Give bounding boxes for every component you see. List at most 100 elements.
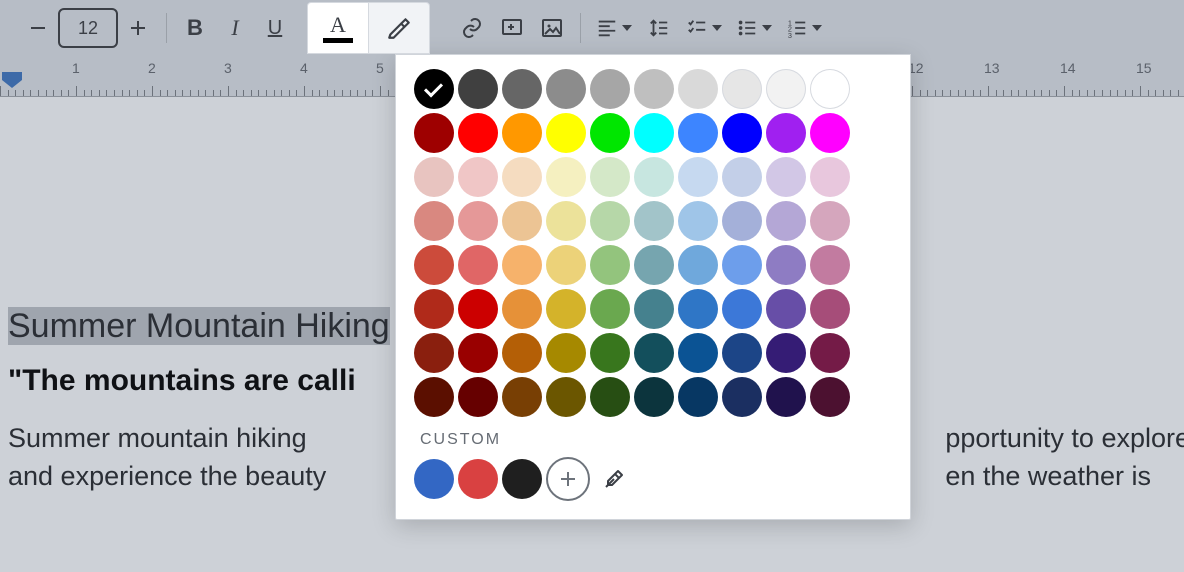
color-swatch[interactable] xyxy=(458,289,498,329)
color-swatch[interactable] xyxy=(634,377,674,417)
indent-left-marker[interactable] xyxy=(0,70,24,90)
color-swatch[interactable] xyxy=(458,245,498,285)
color-swatch[interactable] xyxy=(722,333,762,373)
color-swatch[interactable] xyxy=(678,69,718,109)
color-swatch[interactable] xyxy=(634,201,674,241)
numbered-list-button[interactable]: 123 xyxy=(779,8,829,48)
color-swatch[interactable] xyxy=(722,289,762,329)
color-swatch[interactable] xyxy=(678,113,718,153)
underline-button[interactable]: U xyxy=(255,8,295,48)
bullet-list-button[interactable] xyxy=(729,8,779,48)
color-swatch[interactable] xyxy=(502,201,542,241)
color-swatch[interactable] xyxy=(810,289,850,329)
color-swatch[interactable] xyxy=(590,69,630,109)
font-size-input[interactable]: 12 xyxy=(58,8,118,48)
color-swatch[interactable] xyxy=(502,289,542,329)
color-swatch[interactable] xyxy=(414,201,454,241)
color-swatch[interactable] xyxy=(634,157,674,197)
color-swatch[interactable] xyxy=(766,377,806,417)
color-swatch[interactable] xyxy=(502,377,542,417)
color-swatch[interactable] xyxy=(458,157,498,197)
color-swatch[interactable] xyxy=(766,245,806,285)
color-swatch[interactable] xyxy=(766,113,806,153)
color-swatch[interactable] xyxy=(546,201,586,241)
color-swatch[interactable] xyxy=(634,289,674,329)
increase-font-button[interactable] xyxy=(118,8,158,48)
color-swatch[interactable] xyxy=(590,245,630,285)
color-swatch[interactable] xyxy=(810,201,850,241)
color-swatch[interactable] xyxy=(502,333,542,373)
color-swatch[interactable] xyxy=(546,245,586,285)
color-swatch[interactable] xyxy=(678,289,718,329)
color-swatch[interactable] xyxy=(766,157,806,197)
color-swatch[interactable] xyxy=(810,333,850,373)
color-swatch[interactable] xyxy=(546,289,586,329)
color-swatch[interactable] xyxy=(678,157,718,197)
color-swatch[interactable] xyxy=(590,157,630,197)
color-swatch[interactable] xyxy=(546,113,586,153)
color-swatch[interactable] xyxy=(414,113,454,153)
color-swatch[interactable] xyxy=(502,113,542,153)
custom-color-swatch[interactable] xyxy=(502,459,542,499)
insert-comment-button[interactable] xyxy=(492,8,532,48)
color-swatch[interactable] xyxy=(458,333,498,373)
eyedropper-button[interactable] xyxy=(594,459,634,499)
color-swatch[interactable] xyxy=(810,157,850,197)
custom-color-swatch[interactable] xyxy=(414,459,454,499)
color-swatch[interactable] xyxy=(810,69,850,109)
color-swatch[interactable] xyxy=(722,113,762,153)
color-swatch[interactable] xyxy=(502,69,542,109)
color-swatch[interactable] xyxy=(678,333,718,373)
color-swatch[interactable] xyxy=(678,377,718,417)
color-swatch[interactable] xyxy=(722,245,762,285)
color-swatch[interactable] xyxy=(458,69,498,109)
color-swatch[interactable] xyxy=(414,333,454,373)
color-swatch[interactable] xyxy=(502,245,542,285)
color-swatch[interactable] xyxy=(766,69,806,109)
color-swatch[interactable] xyxy=(546,333,586,373)
color-swatch[interactable] xyxy=(810,245,850,285)
insert-link-button[interactable] xyxy=(452,8,492,48)
bold-button[interactable]: B xyxy=(175,8,215,48)
color-swatch[interactable] xyxy=(722,377,762,417)
italic-button[interactable]: I xyxy=(215,8,255,48)
color-swatch[interactable] xyxy=(414,245,454,285)
color-swatch[interactable] xyxy=(502,157,542,197)
color-swatch[interactable] xyxy=(634,113,674,153)
color-swatch[interactable] xyxy=(766,333,806,373)
color-swatch[interactable] xyxy=(722,157,762,197)
color-swatch[interactable] xyxy=(546,157,586,197)
decrease-font-button[interactable] xyxy=(18,8,58,48)
color-swatch[interactable] xyxy=(590,113,630,153)
line-spacing-button[interactable] xyxy=(639,8,679,48)
custom-color-swatch[interactable] xyxy=(458,459,498,499)
align-button[interactable] xyxy=(589,8,639,48)
color-swatch[interactable] xyxy=(414,157,454,197)
checklist-button[interactable] xyxy=(679,8,729,48)
color-swatch[interactable] xyxy=(590,377,630,417)
color-swatch[interactable] xyxy=(634,245,674,285)
color-swatch[interactable] xyxy=(678,201,718,241)
color-swatch[interactable] xyxy=(766,289,806,329)
color-swatch[interactable] xyxy=(678,245,718,285)
color-swatch[interactable] xyxy=(634,333,674,373)
color-swatch[interactable] xyxy=(546,377,586,417)
color-swatch[interactable] xyxy=(766,201,806,241)
highlight-color-button[interactable] xyxy=(368,2,430,54)
color-swatch[interactable] xyxy=(414,377,454,417)
color-swatch[interactable] xyxy=(414,69,454,109)
color-swatch[interactable] xyxy=(722,201,762,241)
color-swatch[interactable] xyxy=(810,113,850,153)
color-swatch[interactable] xyxy=(546,69,586,109)
add-custom-color-button[interactable] xyxy=(546,457,590,501)
insert-image-button[interactable] xyxy=(532,8,572,48)
color-swatch[interactable] xyxy=(414,289,454,329)
color-swatch[interactable] xyxy=(458,113,498,153)
color-swatch[interactable] xyxy=(458,201,498,241)
color-swatch[interactable] xyxy=(458,377,498,417)
color-swatch[interactable] xyxy=(810,377,850,417)
color-swatch[interactable] xyxy=(634,69,674,109)
color-swatch[interactable] xyxy=(590,201,630,241)
color-swatch[interactable] xyxy=(590,333,630,373)
color-swatch[interactable] xyxy=(590,289,630,329)
